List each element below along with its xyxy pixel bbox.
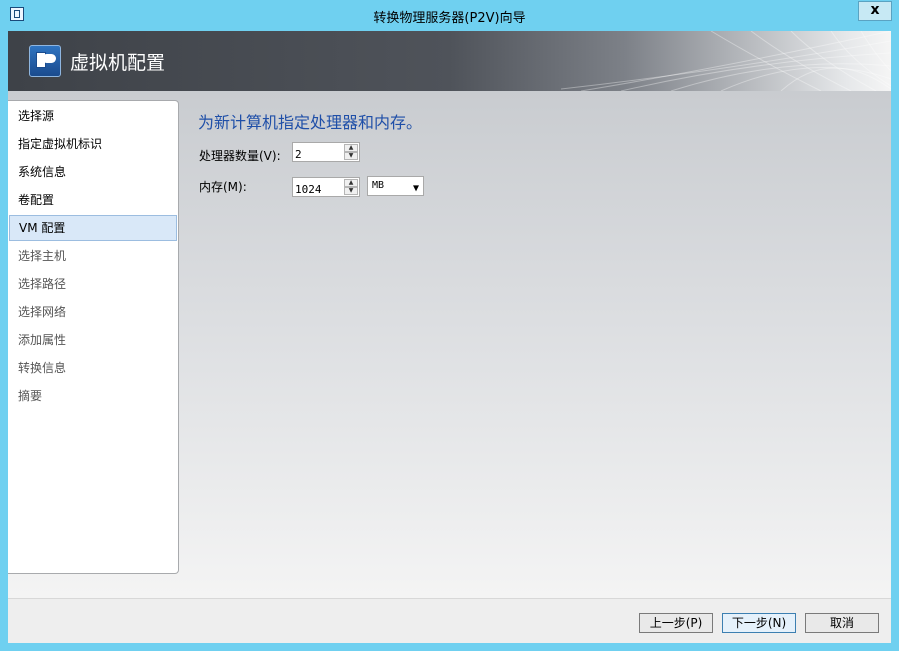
memory-input[interactable] xyxy=(293,180,339,198)
nav-step-volume-config[interactable]: 卷配置 xyxy=(9,187,177,213)
page-title: 虚拟机配置 xyxy=(70,52,166,74)
processor-count-label: 处理器数量(V): xyxy=(199,149,281,163)
nav-step-vm-config[interactable]: VM 配置 xyxy=(9,215,177,241)
chevron-down-icon: ▼ xyxy=(412,183,419,194)
header-mesh-decoration xyxy=(561,31,891,91)
nav-step-conversion-info[interactable]: 转换信息 xyxy=(9,355,177,381)
memory-unit-value: MB xyxy=(372,180,385,191)
memory-label: 内存(M): xyxy=(199,180,247,194)
memory-decrement-button[interactable]: ▼ xyxy=(344,187,358,195)
nav-step-select-path[interactable]: 选择路径 xyxy=(9,271,177,297)
wizard-step-list: 选择源 指定虚拟机标识 系统信息 卷配置 VM 配置 选择主机 选择路径 选择网… xyxy=(8,100,179,574)
server-cloud-icon xyxy=(29,45,61,77)
wizard-footer: 上一步(P) 下一步(N) 取消 xyxy=(8,598,891,643)
nav-step-system-info[interactable]: 系统信息 xyxy=(9,159,177,185)
processor-increment-button[interactable]: ▲ xyxy=(344,144,358,152)
memory-unit-select[interactable]: MB ▼ xyxy=(367,176,424,196)
wizard-header: 虚拟机配置 xyxy=(8,31,891,91)
nav-step-select-host[interactable]: 选择主机 xyxy=(9,243,177,269)
wizard-content: 选择源 指定虚拟机标识 系统信息 卷配置 VM 配置 选择主机 选择路径 选择网… xyxy=(8,91,891,598)
cancel-button[interactable]: 取消 xyxy=(805,613,879,633)
nav-step-add-properties[interactable]: 添加属性 xyxy=(9,327,177,353)
previous-button[interactable]: 上一步(P) xyxy=(639,613,713,633)
processor-count-stepper: ▲ ▼ xyxy=(292,142,360,163)
memory-stepper: ▲ ▼ xyxy=(292,177,360,198)
wizard-window: 转换物理服务器(P2V)向导 x 虚拟机配置 选择源 指定虚拟机标识 系统信息 … xyxy=(0,0,899,651)
processor-decrement-button[interactable]: ▼ xyxy=(344,152,358,160)
nav-step-summary[interactable]: 摘要 xyxy=(9,383,177,409)
next-button[interactable]: 下一步(N) xyxy=(722,613,796,633)
memory-increment-button[interactable]: ▲ xyxy=(344,179,358,187)
nav-step-select-network[interactable]: 选择网络 xyxy=(9,299,177,325)
close-button[interactable]: x xyxy=(858,1,892,21)
title-bar[interactable]: 转换物理服务器(P2V)向导 x xyxy=(0,0,899,31)
nav-step-select-source[interactable]: 选择源 xyxy=(9,103,177,129)
window-title: 转换物理服务器(P2V)向导 xyxy=(373,11,526,26)
processor-count-input[interactable] xyxy=(293,145,339,163)
nav-step-vm-identity[interactable]: 指定虚拟机标识 xyxy=(9,131,177,157)
section-heading: 为新计算机指定处理器和内存。 xyxy=(198,113,423,132)
